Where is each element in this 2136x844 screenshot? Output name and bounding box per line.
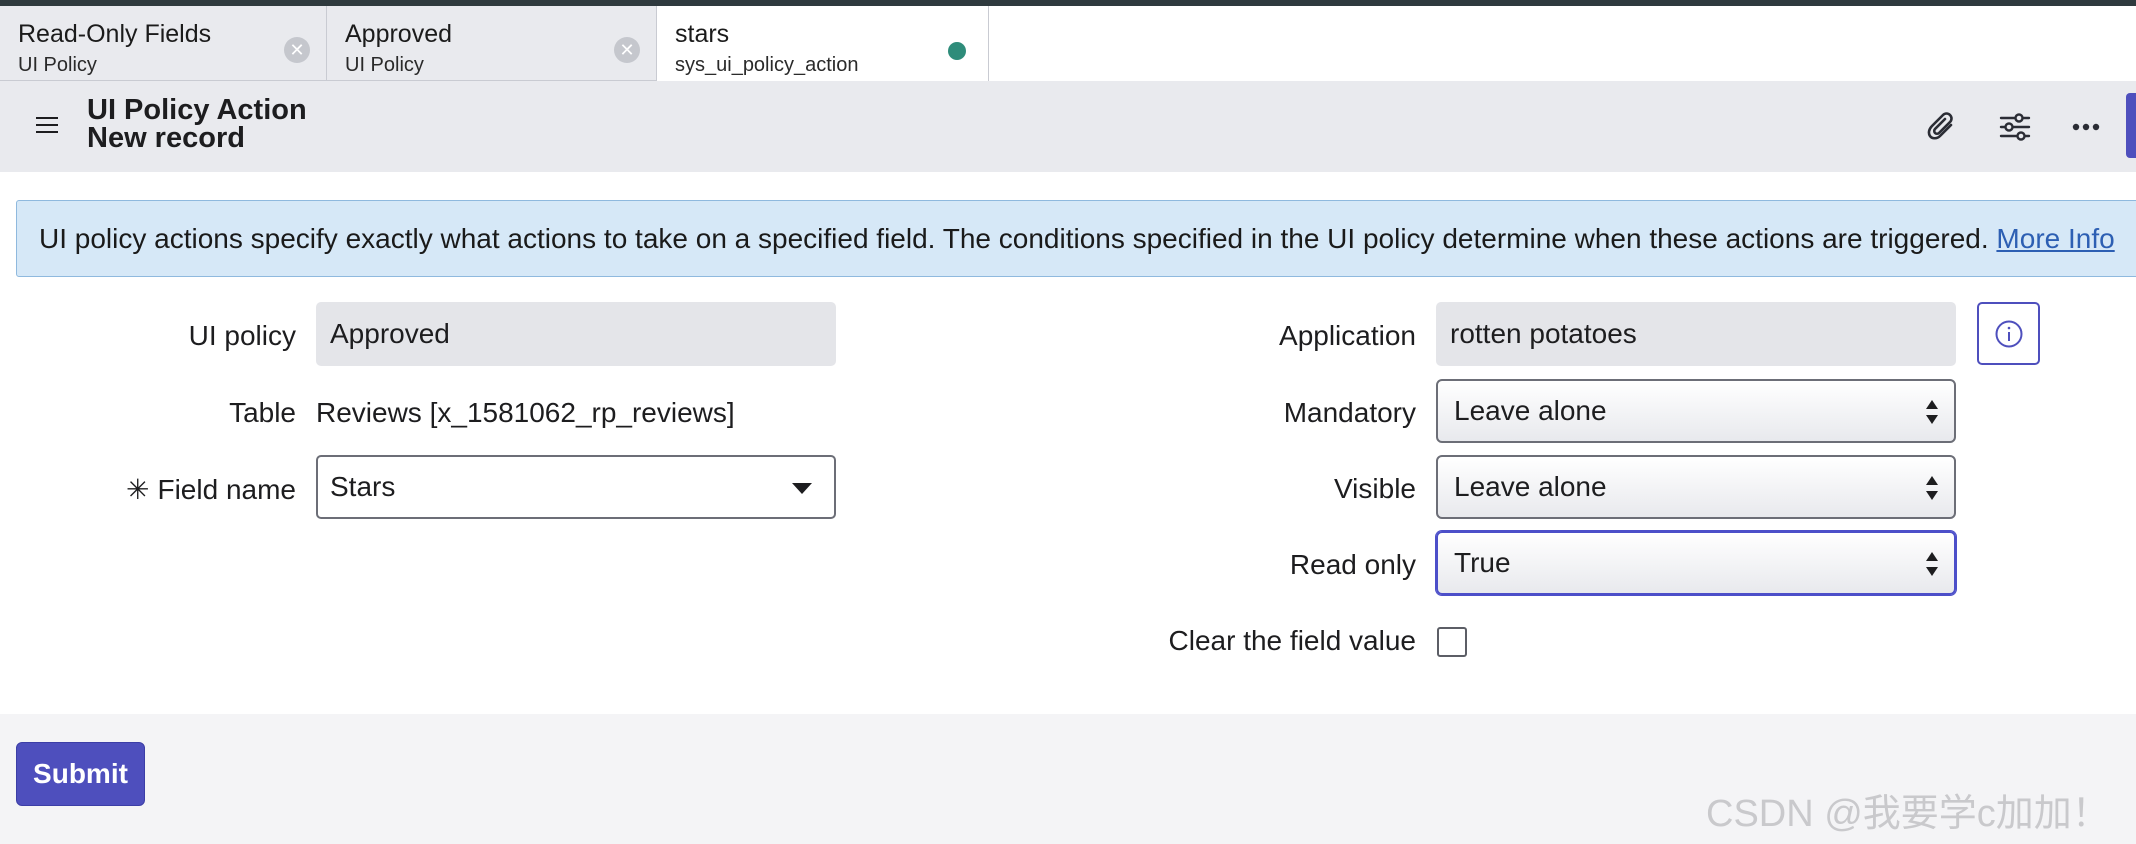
tab-subtitle: UI Policy: [18, 54, 97, 76]
updown-arrows-icon: [1926, 552, 1938, 576]
ui-policy-label: UI policy: [188, 320, 296, 351]
tab-subtitle: sys_ui_policy_action: [675, 54, 859, 76]
page-title: UI Policy Action: [87, 94, 307, 126]
field-name-select[interactable]: Stars: [316, 455, 836, 519]
updown-arrows-icon: [1926, 476, 1938, 500]
read-only-label: Read only: [1289, 549, 1416, 580]
read-only-select[interactable]: True: [1436, 531, 1956, 595]
tab-title: Read-Only Fields: [18, 20, 212, 48]
form-area: UI policy actions specify exactly what a…: [0, 172, 2136, 714]
submit-button[interactable]: Submit: [16, 742, 145, 806]
info-banner: UI policy actions specify exactly what a…: [16, 200, 2136, 277]
clear-field-value-checkbox[interactable]: [1437, 627, 1467, 657]
visible-label: Visible: [1334, 473, 1416, 504]
tab-read-only-fields[interactable]: Read-Only Fields UI Policy ✕: [0, 6, 327, 81]
visible-select[interactable]: Leave alone: [1436, 455, 1956, 519]
paperclip-icon[interactable]: [1922, 107, 1962, 147]
more-icon[interactable]: [2066, 107, 2106, 147]
info-message: UI policy actions specify exactly what a…: [39, 223, 1989, 254]
tab-subtitle: UI Policy: [345, 54, 424, 76]
updown-arrows-icon: [1926, 400, 1938, 424]
field-name-label-text: Field name: [157, 474, 296, 505]
tab-strip: Read-Only Fields UI Policy ✕ Approved UI…: [0, 6, 2136, 81]
clear-field-value-label: Clear the field value: [1168, 625, 1416, 656]
application-field[interactable]: rotten potatoes: [1436, 302, 1956, 366]
mandatory-value: Leave alone: [1454, 395, 1607, 426]
ui-policy-field[interactable]: Approved: [316, 302, 836, 366]
tab-stars[interactable]: stars sys_ui_policy_action: [657, 6, 989, 81]
record-header: UI Policy Action New record: [0, 81, 2136, 172]
mandatory-label: Mandatory: [1283, 397, 1416, 428]
page-subtitle: New record: [87, 122, 245, 154]
sliders-icon[interactable]: [1995, 107, 2035, 147]
table-value: Reviews [x_1581062_rp_reviews]: [316, 397, 735, 428]
read-only-value: True: [1454, 547, 1511, 578]
application-label: Application: [1279, 320, 1416, 351]
visible-value: Leave alone: [1454, 471, 1607, 502]
table-label: Table: [229, 397, 296, 428]
close-icon[interactable]: ✕: [284, 37, 310, 63]
chevron-down-icon: [792, 483, 812, 494]
info-icon[interactable]: [1977, 302, 2040, 365]
mandatory-select[interactable]: Leave alone: [1436, 379, 1956, 443]
more-info-link[interactable]: More Info: [1996, 223, 2114, 254]
watermark: CSDN @我要学c加加！: [1706, 793, 2110, 835]
header-accent-button[interactable]: [2126, 93, 2136, 158]
field-name-value: Stars: [330, 471, 396, 502]
required-icon: ✳: [126, 474, 150, 505]
tab-approved[interactable]: Approved UI Policy ✕: [327, 6, 657, 81]
tab-title: stars: [675, 20, 730, 48]
close-icon[interactable]: ✕: [614, 37, 640, 63]
field-name-label: ✳ Field name: [126, 473, 296, 506]
info-text: UI policy actions specify exactly what a…: [39, 223, 2115, 255]
unsaved-dot-icon: [948, 42, 966, 60]
menu-icon[interactable]: [36, 117, 58, 135]
tab-title: Approved: [345, 20, 453, 48]
